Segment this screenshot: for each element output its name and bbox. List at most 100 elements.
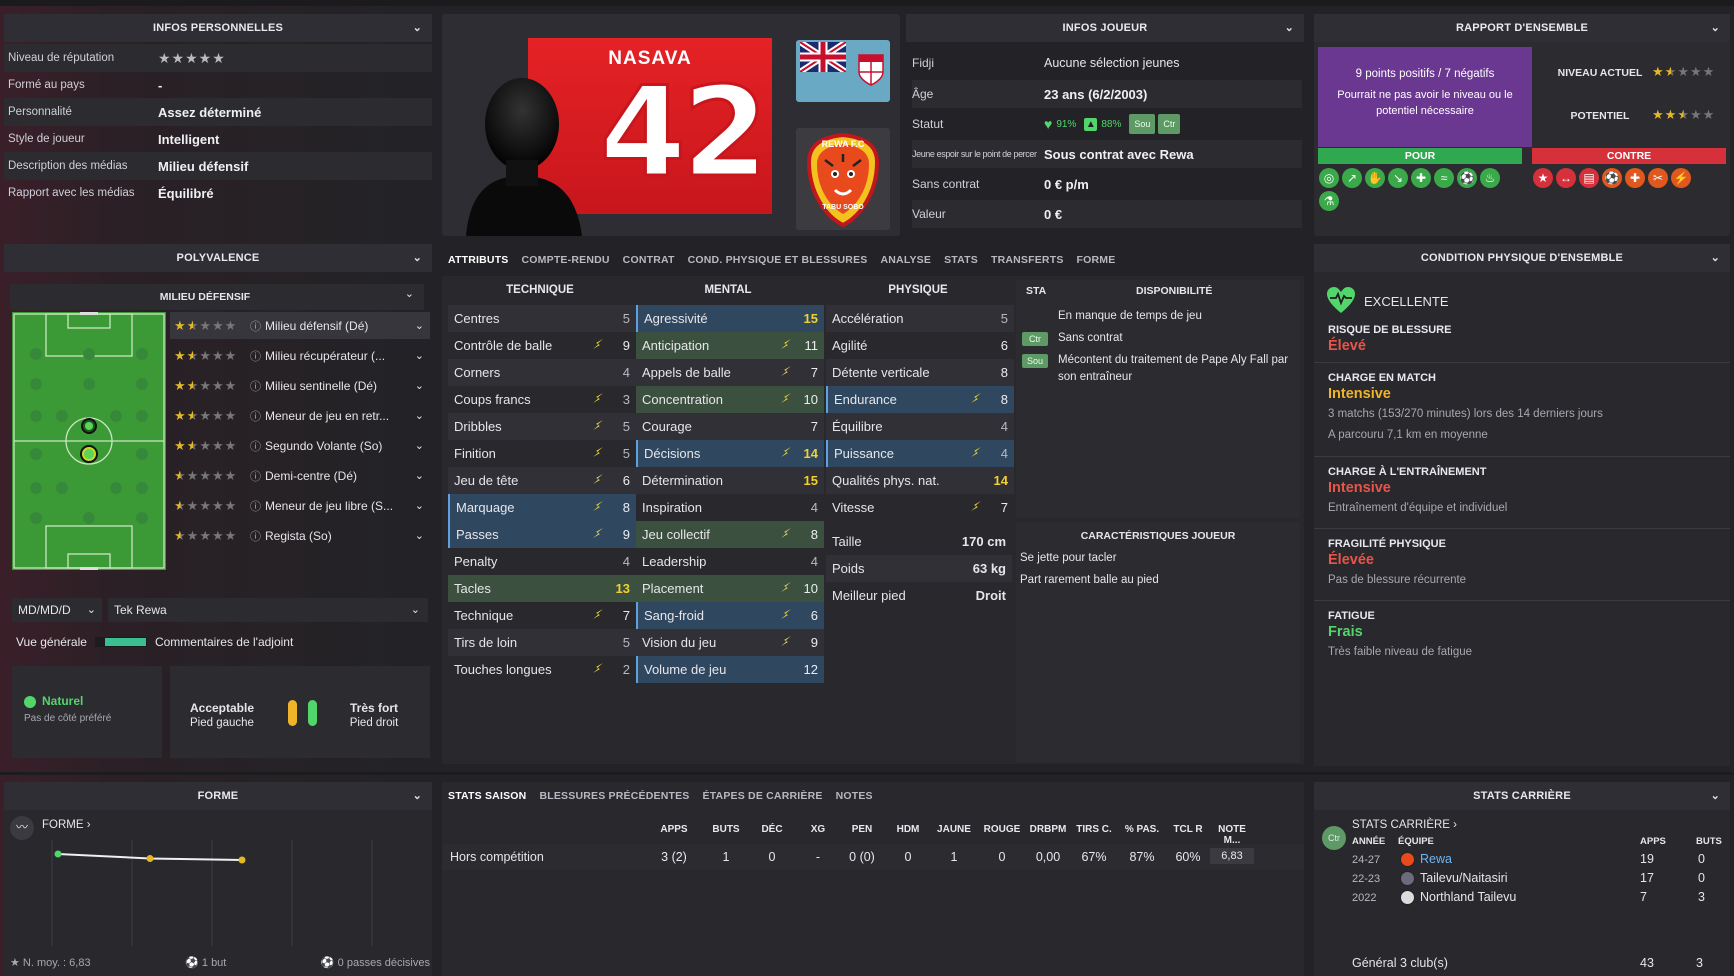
stats-tab[interactable]: BLESSURES PRÉCÉDENTES (539, 790, 689, 802)
select-team[interactable]: Tek Rewa ⌄ (108, 598, 428, 622)
attribute-row[interactable]: Vision du jeu 9 (636, 629, 824, 656)
chevron-down-icon[interactable]: ⌄ (415, 409, 424, 422)
attribute-row[interactable]: Technique 7 (448, 602, 636, 629)
infos-joueur-header[interactable]: INFOS JOUEUR ⌄ (906, 14, 1304, 42)
toggle-switch[interactable] (94, 637, 147, 647)
attribute-row[interactable]: Contrôle de balle 9 (448, 332, 636, 359)
tab-contrat[interactable]: CONTRAT (623, 254, 675, 266)
attribute-row[interactable]: Concentration 10 (636, 386, 824, 413)
forme-point[interactable] (54, 850, 62, 858)
attribute-row[interactable]: Accélération 5 (826, 305, 1014, 332)
commentaires-label[interactable]: Commentaires de l'adjoint (155, 635, 293, 649)
position-row[interactable]: ★★★★★ ⓘ Meneur de jeu en retr... ⌄ (170, 402, 430, 429)
attribute-row[interactable]: Passes 9 (448, 521, 636, 548)
rapport-header[interactable]: RAPPORT D'ENSEMBLE ⌄ (1314, 14, 1730, 42)
attribute-row[interactable]: Détermination 15 (636, 467, 824, 494)
tab-compte-rendu[interactable]: COMPTE-RENDU (522, 254, 610, 266)
position-row[interactable]: ★★★★★ ⓘ Milieu sentinelle (Dé) ⌄ (170, 372, 430, 399)
run-icon[interactable]: ✚ (1411, 168, 1431, 188)
chevron-down-icon[interactable]: ⌄ (1711, 789, 1720, 802)
info-icon[interactable]: ⓘ (250, 498, 261, 514)
kick-icon[interactable]: ⚡ (1671, 168, 1691, 188)
attribute-row[interactable]: Placement 10 (636, 575, 824, 602)
polyvalence-header[interactable]: POLYVALENCE ⌄ (4, 244, 432, 272)
attribute-row[interactable]: Tacles 13 (448, 575, 636, 602)
select-formation[interactable]: MD/MD/D ⌄ (12, 598, 102, 622)
tab-attributs[interactable]: ATTRIBUTS (448, 254, 509, 266)
chevron-down-icon[interactable]: ⌄ (413, 789, 422, 802)
chevron-down-icon[interactable]: ⌄ (405, 287, 414, 300)
chevron-down-icon[interactable]: ⌄ (415, 469, 424, 482)
carriere-equipe[interactable]: Rewa (1420, 852, 1452, 866)
stats-header[interactable]: PEN (840, 824, 884, 835)
stats-header[interactable]: HDM (886, 824, 930, 835)
tab-stats[interactable]: STATS (944, 254, 978, 266)
chevron-down-icon[interactable]: ⌄ (415, 349, 424, 362)
lungs-icon[interactable]: ≈ (1434, 168, 1454, 188)
chevron-down-icon[interactable]: ⌄ (1285, 21, 1294, 34)
tag-ctr[interactable]: Ctr (1158, 114, 1181, 134)
info-icon[interactable]: ⓘ (250, 348, 261, 364)
attribute-row[interactable]: Centres 5 (448, 305, 636, 332)
stats-tab[interactable]: ÉTAPES DE CARRIÈRE (703, 790, 823, 802)
attribute-row[interactable]: Décisions 14 (636, 440, 824, 467)
info-icon[interactable]: ⓘ (250, 468, 261, 484)
chevron-down-icon[interactable]: ⌄ (1711, 251, 1720, 264)
attribute-row[interactable]: Tirs de loin 5 (448, 629, 636, 656)
cross-icon[interactable]: ✚ (1625, 168, 1645, 188)
chevron-down-icon[interactable]: ⌄ (1711, 21, 1720, 34)
attribute-row[interactable]: Dribbles 5 (448, 413, 636, 440)
chevron-down-icon[interactable]: ⌄ (415, 529, 424, 542)
stats-header[interactable]: JAUNE (932, 824, 976, 835)
chevron-down-icon[interactable]: ⌄ (415, 379, 424, 392)
hand-icon[interactable]: ✋ (1365, 168, 1385, 188)
boot-icon[interactable]: ↘ (1388, 168, 1408, 188)
chevron-down-icon[interactable]: ⌄ (415, 319, 424, 332)
stats-header[interactable]: APPS (652, 824, 696, 835)
attribute-row[interactable]: Appels de balle 7 (636, 359, 824, 386)
stats-header[interactable]: % PAS. (1120, 824, 1164, 835)
ball-icon[interactable]: ⚽ (1602, 168, 1622, 188)
position-row[interactable]: ★★★★★ ⓘ Segundo Volante (So) ⌄ (170, 432, 430, 459)
stats-header[interactable]: BUTS (704, 824, 748, 835)
info-icon[interactable]: ⓘ (250, 378, 261, 394)
attribute-row[interactable]: Équilibre 4 (826, 413, 1014, 440)
position-row[interactable]: ★★★★★ ⓘ Demi-centre (Dé) ⌄ (170, 462, 430, 489)
attribute-row[interactable]: Coups francs 3 (448, 386, 636, 413)
tackle-icon[interactable]: ⚽ (1457, 168, 1477, 188)
attribute-row[interactable]: Volume de jeu 12 (636, 656, 824, 683)
attribute-row[interactable]: Anticipation 11 (636, 332, 824, 359)
stats-header[interactable]: TCL R (1166, 824, 1210, 835)
chevron-down-icon[interactable]: ⌄ (415, 439, 424, 452)
attribute-row[interactable]: Vitesse 7 (826, 494, 1014, 521)
attribute-row[interactable]: Qualités phys. nat. 14 (826, 467, 1014, 494)
attribute-row[interactable]: Sang-froid 6 (636, 602, 824, 629)
tab-forme[interactable]: FORME (1077, 254, 1116, 266)
position-row[interactable]: ★★★★★ ⓘ Milieu récupérateur (... ⌄ (170, 342, 430, 369)
info-icon[interactable]: ⓘ (250, 408, 261, 424)
condition-header[interactable]: CONDITION PHYSIQUE D'ENSEMBLE ⌄ (1314, 244, 1730, 272)
info-icon[interactable]: ⓘ (250, 318, 261, 334)
stats-header[interactable]: DÉC (750, 824, 794, 835)
target-icon[interactable]: ◎ (1319, 168, 1339, 188)
vue-generale-label[interactable]: Vue générale (16, 635, 87, 649)
position-row[interactable]: ★★★★★ ⓘ Milieu défensif (Dé) ⌄ (170, 312, 430, 339)
tab-analyse[interactable]: ANALYSE (880, 254, 931, 266)
attribute-row[interactable]: Leadership 4 (636, 548, 824, 575)
attribute-row[interactable]: Inspiration 4 (636, 494, 824, 521)
attribute-row[interactable]: Jeu collectif 8 (636, 521, 824, 548)
document-icon[interactable]: ▤ (1579, 168, 1599, 188)
carriere-link[interactable]: STATS CARRIÈRE › (1352, 819, 1457, 831)
stats-header[interactable]: ROUGE (980, 824, 1024, 835)
forme-header[interactable]: FORME ⌄ (4, 782, 432, 810)
tag-sou[interactable]: Sou (1129, 114, 1156, 134)
trend-icon[interactable]: ↗ (1342, 168, 1362, 188)
stats-header[interactable]: TIRS C. (1072, 824, 1116, 835)
attribute-row[interactable]: Courage 7 (636, 413, 824, 440)
dispo-tag[interactable]: Sou (1022, 354, 1048, 368)
stats-header[interactable]: XG (796, 824, 840, 835)
attribute-row[interactable]: Jeu de tête 6 (448, 467, 636, 494)
attribute-row[interactable]: Endurance 8 (826, 386, 1014, 413)
shoe-icon[interactable]: ♨ (1480, 168, 1500, 188)
attribute-row[interactable]: Penalty 4 (448, 548, 636, 575)
